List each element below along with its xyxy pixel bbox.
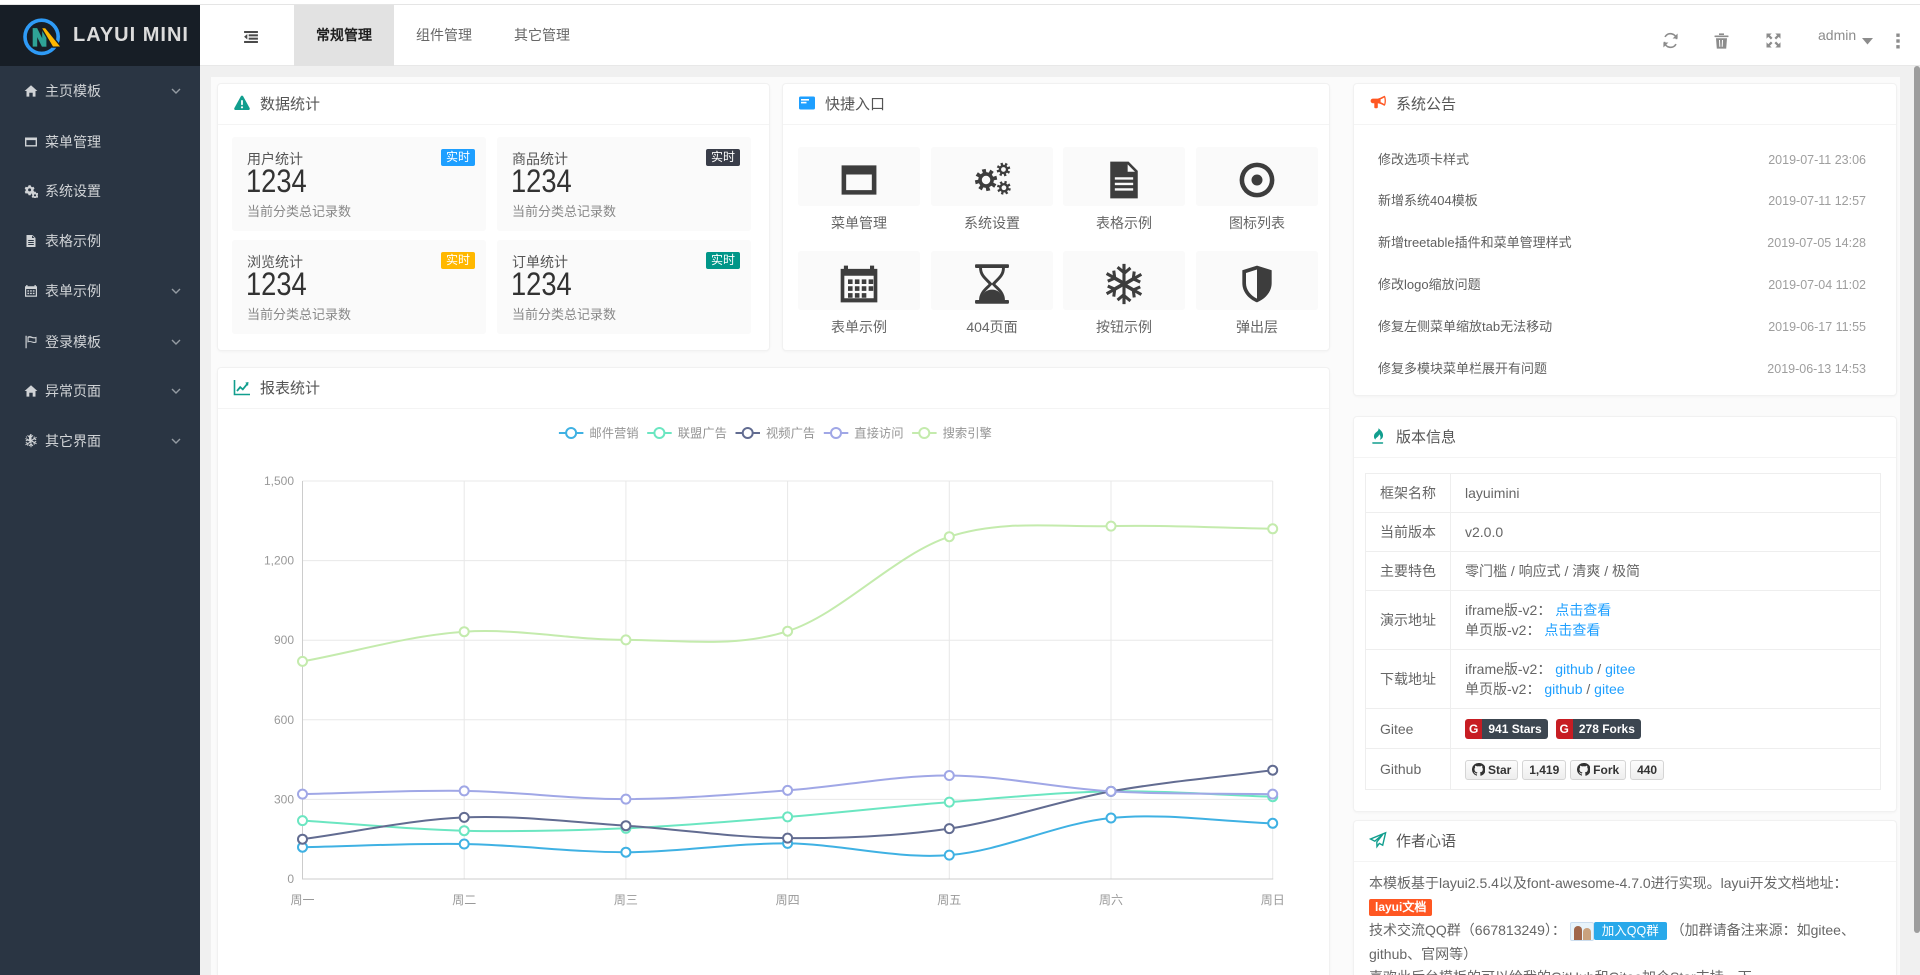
svg-text:视频广告: 视频广告 (766, 426, 815, 441)
svg-text:搜索引擎: 搜索引擎 (943, 426, 992, 441)
svg-text:周二: 周二 (452, 893, 476, 907)
svg-text:邮件营销: 邮件营销 (589, 427, 638, 441)
svg-text:周五: 周五 (937, 893, 961, 907)
svg-text:0: 0 (287, 872, 294, 886)
svg-text:周三: 周三 (614, 893, 638, 907)
svg-text:周六: 周六 (1099, 893, 1123, 907)
svg-text:600: 600 (274, 713, 294, 727)
svg-text:300: 300 (274, 792, 294, 806)
svg-text:周日: 周日 (1261, 893, 1285, 907)
svg-text:周四: 周四 (776, 893, 800, 907)
svg-text:联盟广告: 联盟广告 (678, 427, 727, 441)
svg-text:周一: 周一 (290, 893, 314, 907)
svg-text:900: 900 (274, 633, 294, 647)
svg-text:1,500: 1,500 (264, 474, 294, 488)
svg-text:直接访问: 直接访问 (854, 426, 903, 441)
svg-text:1,200: 1,200 (264, 554, 294, 568)
